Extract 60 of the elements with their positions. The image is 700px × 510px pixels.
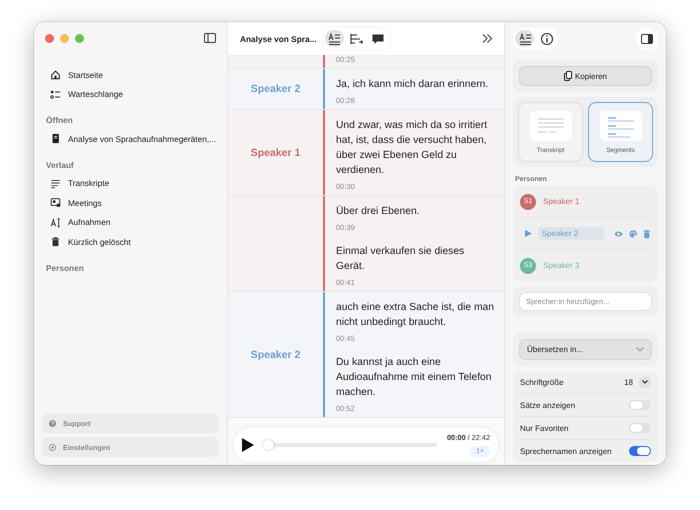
transcript-preview-icon xyxy=(530,111,572,141)
copy-button[interactable]: Kopieren xyxy=(519,66,652,86)
play-icon[interactable] xyxy=(242,438,254,452)
trash-icon xyxy=(50,236,61,248)
toggle-switch[interactable] xyxy=(629,423,651,433)
help-icon xyxy=(48,418,57,428)
eye-icon[interactable] xyxy=(614,230,623,238)
sidebar-item[interactable]: Startseite xyxy=(42,65,219,84)
dropdown-button[interactable] xyxy=(639,376,651,388)
section-title: Öffnen xyxy=(45,114,74,127)
meeting-icon xyxy=(50,197,61,208)
setting-label: Sprechernamen anzeigen xyxy=(520,446,613,456)
close-button[interactable] xyxy=(45,34,54,42)
lines-icon xyxy=(50,178,61,189)
section-title: Personen xyxy=(45,262,85,274)
home-icon xyxy=(50,69,61,80)
segments-preview-icon xyxy=(600,111,642,141)
speaker-label: Speaker 2 xyxy=(250,83,300,95)
font-size-value: 18 xyxy=(624,378,633,386)
transcript-text: Und zwar, was mich da so irritiert hat, ist, dass die versucht haben, über zwei Ebenen Geld zu verdienen. xyxy=(336,119,488,178)
document-title: Analyse von Spra... xyxy=(240,34,317,44)
sidebar-toggle-icon[interactable] xyxy=(204,33,216,43)
inspector-tab[interactable] xyxy=(515,30,534,47)
chevron-down-icon xyxy=(636,347,644,352)
translate-dropdown[interactable]: Übersetzen in... xyxy=(519,339,652,360)
speaker-label: Speaker 2 xyxy=(250,348,300,360)
text-lines-icon xyxy=(327,32,342,46)
transcript-text: Ja, ich kann mich daran erinnern. xyxy=(336,78,490,92)
setting-label: Nur Favoriten xyxy=(520,424,570,432)
transcript-text: Einmal verkaufen sie dieses Gerät. xyxy=(336,245,466,274)
document-icon xyxy=(50,133,61,144)
sidebar-item[interactable]: Analyse von Sprachaufnahmegeräten,... xyxy=(42,129,219,148)
sidebar-item[interactable]: Warteschlange xyxy=(42,84,219,104)
transcript-text: auch eine extra Sache ist, die man nicht unbedingt braucht. xyxy=(336,301,494,330)
chevron-down-icon xyxy=(642,380,648,384)
sidebar-right-icon xyxy=(641,34,653,44)
double-chevron-icon xyxy=(482,34,492,43)
list-icon xyxy=(50,88,61,100)
sidebar-item[interactable]: Meetings xyxy=(42,193,219,212)
section-title: Verlauf xyxy=(45,158,75,172)
panel-toggle-button[interactable] xyxy=(636,28,658,50)
transcript-text: Über drei Ebenen. xyxy=(336,204,421,219)
comment-icon xyxy=(371,32,386,46)
chapters-icon xyxy=(349,32,364,46)
settings-icon xyxy=(48,442,57,452)
sidebar-item[interactable]: Kürzlich gelöscht xyxy=(42,232,219,252)
view-button[interactable] xyxy=(324,30,344,47)
speaker-label: Speaker 1 xyxy=(250,146,300,158)
palette-icon[interactable] xyxy=(629,228,638,238)
copy-icon xyxy=(564,71,572,81)
toggle-switch[interactable] xyxy=(629,400,651,410)
transcript-text: Du kannst ja auch eine Audioaufnahme mit einem Telefon machen. xyxy=(336,356,493,400)
info-icon xyxy=(540,32,554,46)
text-cursor-icon xyxy=(50,216,61,228)
setting-label: Sätze anzeigen xyxy=(520,400,576,410)
sidebar-item[interactable]: Transkripte xyxy=(42,174,219,193)
sidebar-item[interactable]: Aufnahmen xyxy=(42,212,219,232)
text-lines-icon xyxy=(518,32,532,46)
toggle-switch[interactable] xyxy=(629,446,651,456)
setting-label: Schriftgröße xyxy=(520,378,565,386)
